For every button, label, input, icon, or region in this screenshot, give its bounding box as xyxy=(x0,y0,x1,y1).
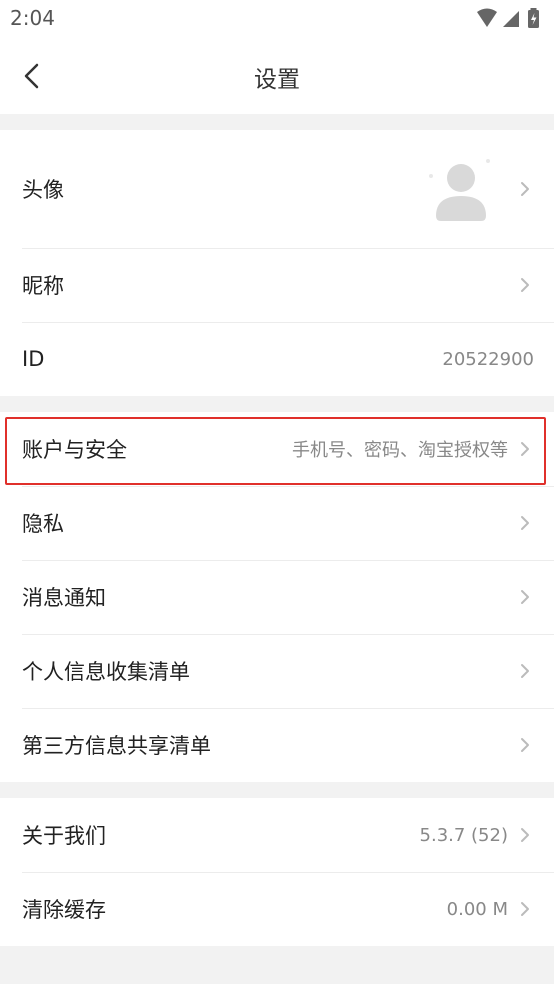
chevron-right-icon xyxy=(520,901,536,917)
cache-size-value: 0.00 M xyxy=(446,898,508,920)
nickname-row[interactable]: 昵称 xyxy=(0,248,554,322)
signal-icon xyxy=(503,11,519,27)
account-security-label: 账户与安全 xyxy=(22,438,127,462)
about-label: 关于我们 xyxy=(22,824,106,848)
clear-cache-label: 清除缓存 xyxy=(22,898,106,922)
avatar xyxy=(426,154,492,224)
chevron-right-icon xyxy=(520,277,536,293)
nav-bar: 设置 xyxy=(0,38,554,114)
wifi-icon xyxy=(477,8,497,27)
clear-cache-row[interactable]: 清除缓存 0.00 M xyxy=(0,872,554,946)
avatar-label: 头像 xyxy=(22,178,64,202)
status-bar: 2:04 xyxy=(0,0,554,38)
chevron-right-icon xyxy=(520,589,536,605)
third-party-row[interactable]: 第三方信息共享清单 xyxy=(0,708,554,782)
chevron-right-icon xyxy=(520,441,536,457)
page-title: 设置 xyxy=(254,67,300,93)
status-icons xyxy=(476,8,544,30)
notifications-row[interactable]: 消息通知 xyxy=(0,560,554,634)
notifications-label: 消息通知 xyxy=(22,586,106,610)
info-collection-label: 个人信息收集清单 xyxy=(22,660,190,684)
chevron-right-icon xyxy=(520,663,536,679)
avatar-row[interactable]: 头像 xyxy=(0,130,554,248)
info-collection-row[interactable]: 个人信息收集清单 xyxy=(0,634,554,708)
chevron-right-icon xyxy=(520,181,536,197)
id-row: ID 20522900 xyxy=(0,322,554,396)
about-row[interactable]: 关于我们 5.3.7 (52) xyxy=(0,798,554,872)
account-security-row[interactable]: 账户与安全 手机号、密码、淘宝授权等 xyxy=(0,412,554,486)
chevron-right-icon xyxy=(520,827,536,843)
version-value: 5.3.7 (52) xyxy=(419,824,508,846)
id-value: 20522900 xyxy=(442,348,534,370)
privacy-label: 隐私 xyxy=(22,512,64,536)
chevron-right-icon xyxy=(520,737,536,753)
profile-group: 头像 昵称 ID 20522900 xyxy=(0,130,554,396)
privacy-row[interactable]: 隐私 xyxy=(0,486,554,560)
id-label: ID xyxy=(22,347,45,371)
status-time: 2:04 xyxy=(10,6,55,30)
account-group: 账户与安全 手机号、密码、淘宝授权等 隐私 消息通知 个人信息收集清单 第三方信… xyxy=(0,412,554,782)
about-group: 关于我们 5.3.7 (52) 清除缓存 0.00 M xyxy=(0,798,554,946)
nickname-label: 昵称 xyxy=(22,274,64,298)
chevron-right-icon xyxy=(520,515,536,531)
account-security-value: 手机号、密码、淘宝授权等 xyxy=(292,440,508,461)
third-party-label: 第三方信息共享清单 xyxy=(22,734,211,758)
